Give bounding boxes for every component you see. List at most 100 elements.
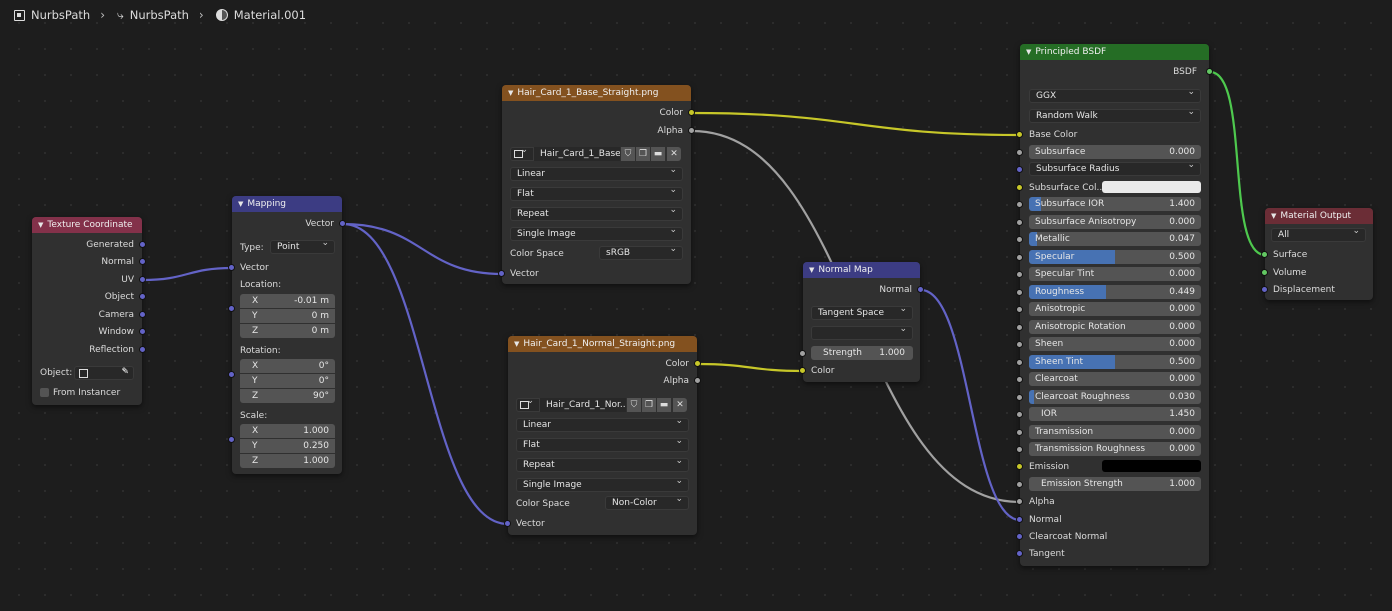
node-header[interactable]: ▼ Texture Coordinate [32, 217, 142, 233]
socket-ior[interactable] [1016, 411, 1023, 418]
socket-emission-strength[interactable] [1016, 481, 1023, 488]
close-icon[interactable]: ✕ [673, 398, 687, 412]
subsurface-slider[interactable]: Subsurface 0.000 [1029, 145, 1201, 159]
socket-uv[interactable] [139, 276, 146, 283]
socket-surface[interactable] [1261, 251, 1268, 258]
fake-user-shield-icon[interactable]: ⛉ [621, 147, 635, 161]
socket-displacement[interactable] [1261, 286, 1268, 293]
emission-strength-slider[interactable]: Emission Strength 1.000 [1029, 477, 1201, 491]
socket-camera[interactable] [139, 311, 146, 318]
texture-coordinate-node[interactable]: ▼ Texture Coordinate Generated Normal UV… [32, 217, 146, 405]
node-header[interactable]: ▼ Hair_Card_1_Base_Straight.png [502, 85, 691, 101]
socket-volume[interactable] [1261, 269, 1268, 276]
image-name-field[interactable]: Hair_Card_1_Base... [534, 147, 620, 161]
uv-map-field[interactable] [811, 326, 913, 340]
socket-specular[interactable] [1016, 254, 1023, 261]
socket-tangent[interactable] [1016, 550, 1023, 557]
strength-slider[interactable]: Strength 1.000 [811, 346, 913, 360]
socket-clearcoat[interactable] [1016, 376, 1023, 383]
socket-location[interactable] [228, 305, 235, 312]
socket-normal-out[interactable] [917, 286, 924, 293]
socket-normal[interactable] [1016, 516, 1023, 523]
socket-alpha[interactable] [1016, 498, 1023, 505]
socket-anisotropic[interactable] [1016, 306, 1023, 313]
location-y-field[interactable]: Y 0 m [240, 309, 335, 323]
node-header[interactable]: ▼ Hair_Card_1_Normal_Straight.png [508, 336, 697, 352]
scale-x-field[interactable]: X 1.000 [240, 424, 335, 438]
socket-metallic[interactable] [1016, 236, 1023, 243]
node-header[interactable]: ▼ Normal Map [803, 262, 920, 278]
socket-subsurface[interactable] [1016, 149, 1023, 156]
clearcoat-roughness-slider[interactable]: Clearcoat Roughness 0.030 [1029, 390, 1201, 404]
node-editor[interactable]: NurbsPath › ⤷ NurbsPath › Material.001 ▼… [0, 0, 1392, 611]
normal-map-node[interactable]: ▼ Normal Map Normal Tangent Space Streng… [799, 262, 924, 382]
metallic-slider[interactable]: Metallic 0.047 [1029, 232, 1201, 246]
sheen-tint-slider[interactable]: Sheen Tint 0.500 [1029, 355, 1201, 369]
rotation-z-field[interactable]: Z 90° [240, 389, 335, 403]
socket-vector-in[interactable] [504, 520, 511, 527]
socket-normal[interactable] [139, 258, 146, 265]
material-output-node[interactable]: ▼ Material Output All Surface Volume Dis… [1261, 208, 1373, 300]
folder-open-icon[interactable]: ▬ [651, 147, 665, 161]
node-header[interactable]: ▼ Material Output [1265, 208, 1373, 224]
breadcrumb-data[interactable]: ⤷ NurbsPath › [117, 8, 206, 23]
fake-user-shield-icon[interactable]: ⛉ [627, 398, 641, 412]
duplicate-icon[interactable]: ❐ [642, 398, 656, 412]
clearcoat-slider[interactable]: Clearcoat 0.000 [1029, 372, 1201, 386]
image-texture-normal-node[interactable]: ▼ Hair_Card_1_Normal_Straight.png Color … [504, 336, 701, 535]
specular-slider[interactable]: Specular 0.500 [1029, 250, 1201, 264]
node-header[interactable]: ▼ Mapping [232, 196, 342, 212]
folder-open-icon[interactable]: ▬ [657, 398, 671, 412]
chevron-down-icon[interactable]: ▼ [1271, 212, 1276, 220]
socket-anisotropic-rotation[interactable] [1016, 324, 1023, 331]
socket-reflection[interactable] [139, 346, 146, 353]
socket-scale[interactable] [228, 436, 235, 443]
space-dropdown[interactable]: Tangent Space [811, 306, 913, 320]
socket-sheen[interactable] [1016, 341, 1023, 348]
chevron-down-icon[interactable]: ▼ [238, 200, 243, 208]
mapping-node[interactable]: ▼ Mapping Vector Type: Point Vector Loca… [228, 196, 346, 474]
close-icon[interactable]: ✕ [667, 147, 681, 161]
socket-emission[interactable] [1016, 463, 1023, 470]
socket-window[interactable] [139, 328, 146, 335]
target-dropdown[interactable]: All [1271, 228, 1366, 242]
chevron-down-icon[interactable]: ▼ [1026, 48, 1031, 56]
socket-vector-in[interactable] [228, 264, 235, 271]
socket-base-color[interactable] [1016, 131, 1023, 138]
location-z-field[interactable]: Z 0 m [240, 324, 335, 338]
node-header[interactable]: ▼ Principled BSDF [1020, 44, 1209, 60]
extension-dropdown[interactable]: Repeat [516, 458, 689, 472]
anisotropic-rotation-slider[interactable]: Anisotropic Rotation 0.000 [1029, 320, 1201, 334]
transmission-roughness-slider[interactable]: Transmission Roughness 0.000 [1029, 442, 1201, 456]
breadcrumb-object[interactable]: NurbsPath › [14, 8, 107, 22]
breadcrumb-material[interactable]: Material.001 [215, 8, 306, 22]
socket-generated[interactable] [139, 241, 146, 248]
principled-bsdf-node[interactable]: ▼ Principled BSDF BSDF GGX Random Walk B… [1016, 44, 1213, 566]
subsurface-method-dropdown[interactable]: Random Walk [1029, 109, 1201, 123]
socket-color-out[interactable] [688, 109, 695, 116]
roughness-slider[interactable]: Roughness 0.449 [1029, 285, 1201, 299]
scale-y-field[interactable]: Y 0.250 [240, 439, 335, 453]
socket-subsurface-ior[interactable] [1016, 201, 1023, 208]
rotation-x-field[interactable]: X 0° [240, 359, 335, 373]
socket-transmission-roughness[interactable] [1016, 446, 1023, 453]
location-x-field[interactable]: X -0.01 m [240, 294, 335, 308]
chevron-down-icon[interactable]: ▼ [514, 340, 519, 348]
transmission-slider[interactable]: Transmission 0.000 [1029, 425, 1201, 439]
interpolation-dropdown[interactable]: Linear [510, 167, 683, 181]
color-space-dropdown[interactable]: Non-Color [605, 496, 689, 510]
color-space-dropdown[interactable]: sRGB [599, 246, 683, 260]
socket-transmission[interactable] [1016, 429, 1023, 436]
subsurface-ior-slider[interactable]: Subsurface IOR 1.400 [1029, 197, 1201, 211]
socket-clearcoat-normal[interactable] [1016, 533, 1023, 540]
socket-object[interactable] [139, 293, 146, 300]
socket-vector-out[interactable] [339, 220, 346, 227]
image-name-field[interactable]: Hair_Card_1_Nor... [540, 398, 626, 412]
socket-subsurface-anisotropy[interactable] [1016, 219, 1023, 226]
socket-sheen-tint[interactable] [1016, 359, 1023, 366]
type-dropdown[interactable]: Point [270, 240, 335, 254]
object-field[interactable]: ✎ [74, 366, 134, 380]
distribution-dropdown[interactable]: GGX [1029, 89, 1201, 103]
image-texture-base-node[interactable]: ▼ Hair_Card_1_Base_Straight.png Color Al… [498, 85, 695, 284]
socket-roughness[interactable] [1016, 289, 1023, 296]
